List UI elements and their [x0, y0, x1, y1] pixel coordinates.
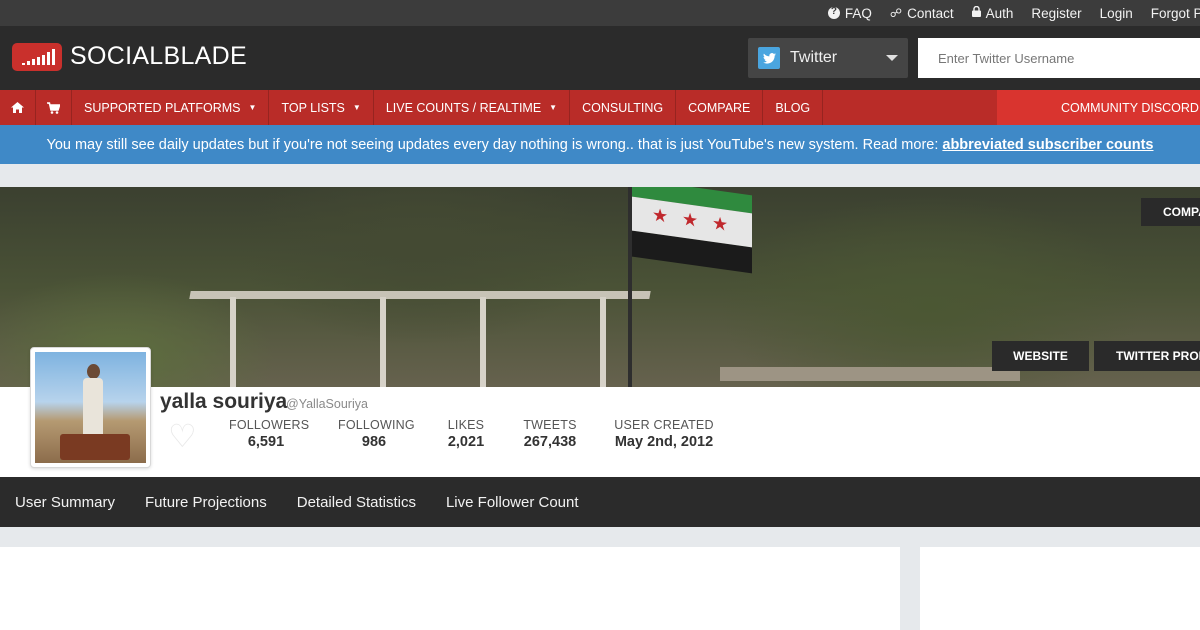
website-button[interactable]: WEBSITE: [992, 341, 1089, 371]
nav-top-lists[interactable]: TOP LISTS ▼: [269, 90, 374, 125]
top-utility-bar: ? FAQ ☍ Contact Auth Register Login Forg…: [0, 0, 1200, 26]
chevron-down-icon: [886, 55, 898, 61]
stat-followers: FOLLOWERS 6,591: [229, 418, 310, 450]
login-link[interactable]: Login: [1100, 6, 1133, 21]
utility-links: ? FAQ ☍ Contact Auth Register Login Forg…: [827, 0, 1200, 26]
avatar: [30, 347, 151, 468]
nav-compare[interactable]: COMPARE: [676, 90, 764, 125]
stat-tweets: TWEETS 267,438: [518, 418, 582, 450]
auth-link-label: Auth: [985, 5, 1014, 21]
shopping-cart-icon: [47, 101, 60, 114]
logo-bars-icon: [12, 42, 62, 71]
stat-label: USER CREATED: [614, 418, 714, 432]
nav-home[interactable]: [0, 90, 36, 125]
stat-label: LIKES: [447, 418, 485, 432]
caret-down-icon: ▼: [352, 103, 361, 112]
stat-label: FOLLOWERS: [229, 418, 310, 432]
stat-value: 267,438: [523, 434, 577, 450]
profile-banner-image: ★ ★ ★ COMPARE WEBSITE TWITTER PROFILE: [0, 187, 1200, 387]
profile-name: yalla souriya: [160, 390, 288, 413]
username-search-input[interactable]: [918, 38, 1200, 78]
contact-link-label: Contact: [907, 5, 954, 21]
platform-label: Twitter: [790, 49, 838, 66]
home-icon: [11, 102, 24, 113]
nav-supported-platforms[interactable]: SUPPORTED PLATFORMS ▼: [72, 90, 270, 125]
profile-tabs: User Summary Future Projections Detailed…: [0, 477, 1200, 527]
nav-live-counts-label: LIVE COUNTS / REALTIME: [385, 100, 542, 115]
stat-label: FOLLOWING: [338, 418, 415, 432]
logo-text: SOCIALBLADE: [70, 42, 247, 70]
nav-supported-platforms-label: SUPPORTED PLATFORMS: [84, 100, 241, 115]
favorite-heart-icon[interactable]: ♡: [168, 420, 197, 452]
nav-shop[interactable]: [36, 90, 72, 125]
ticket-icon: ☍: [889, 6, 903, 20]
notice-link[interactable]: abbreviated subscriber counts: [942, 137, 1153, 153]
stat-value: 2,021: [447, 434, 485, 450]
platform-dropdown[interactable]: Twitter: [748, 38, 908, 78]
main-content-panel: [0, 547, 900, 630]
socialblade-logo[interactable]: SOCIALBLADE: [12, 42, 247, 71]
auth-link[interactable]: Auth: [971, 5, 1014, 21]
site-header: SOCIALBLADE Twitter: [0, 26, 1200, 90]
twitter-profile-button[interactable]: TWITTER PROFILE: [1094, 341, 1200, 371]
stat-value: 6,591: [247, 434, 285, 450]
stat-likes: LIKES 2,021: [442, 418, 490, 450]
notice-text: You may still see daily updates but if y…: [46, 136, 939, 153]
stat-value: 986: [361, 434, 387, 450]
tab-future-projections[interactable]: Future Projections: [145, 494, 267, 511]
question-circle-icon: ?: [827, 7, 840, 19]
banner-flag: ★ ★ ★: [632, 187, 752, 274]
main-nav: SUPPORTED PLATFORMS ▼ TOP LISTS ▼ LIVE C…: [0, 90, 1200, 125]
avatar-image: [35, 352, 146, 463]
faq-link[interactable]: ? FAQ: [827, 5, 872, 21]
stat-label: TWEETS: [523, 418, 577, 432]
tab-user-summary[interactable]: User Summary: [15, 494, 115, 511]
twitter-bird-icon: [758, 47, 780, 69]
forgot-password-link[interactable]: Forgot Pa: [1151, 6, 1200, 21]
sidebar-panel: [920, 547, 1200, 630]
contact-link[interactable]: ☍ Contact: [890, 6, 954, 21]
tab-live-follower-count[interactable]: Live Follower Count: [446, 494, 579, 511]
faq-link-label: FAQ: [844, 5, 872, 21]
register-link[interactable]: Register: [1031, 6, 1081, 21]
nav-blog[interactable]: BLOG: [763, 90, 824, 125]
banner-shelter-roof: [189, 291, 651, 299]
nav-top-lists-label: TOP LISTS: [281, 100, 345, 115]
nav-consulting[interactable]: CONSULTING: [570, 90, 677, 125]
stat-value: May 2nd, 2012: [614, 434, 714, 450]
tab-detailed-statistics[interactable]: Detailed Statistics: [297, 494, 416, 511]
nav-community-discord[interactable]: COMMUNITY DISCORD: [997, 90, 1200, 125]
caret-down-icon: ▼: [248, 103, 257, 112]
compare-button[interactable]: COMPARE: [1141, 198, 1200, 226]
lock-icon: [971, 5, 981, 20]
nav-live-counts[interactable]: LIVE COUNTS / REALTIME ▼: [374, 90, 571, 125]
profile-handle: @YallaSouriya: [286, 397, 368, 411]
stat-user-created: USER CREATED May 2nd, 2012: [612, 418, 716, 450]
stat-following: FOLLOWING 986: [338, 418, 415, 450]
caret-down-icon: ▼: [549, 103, 558, 112]
notice-banner: You may still see daily updates but if y…: [0, 125, 1200, 164]
